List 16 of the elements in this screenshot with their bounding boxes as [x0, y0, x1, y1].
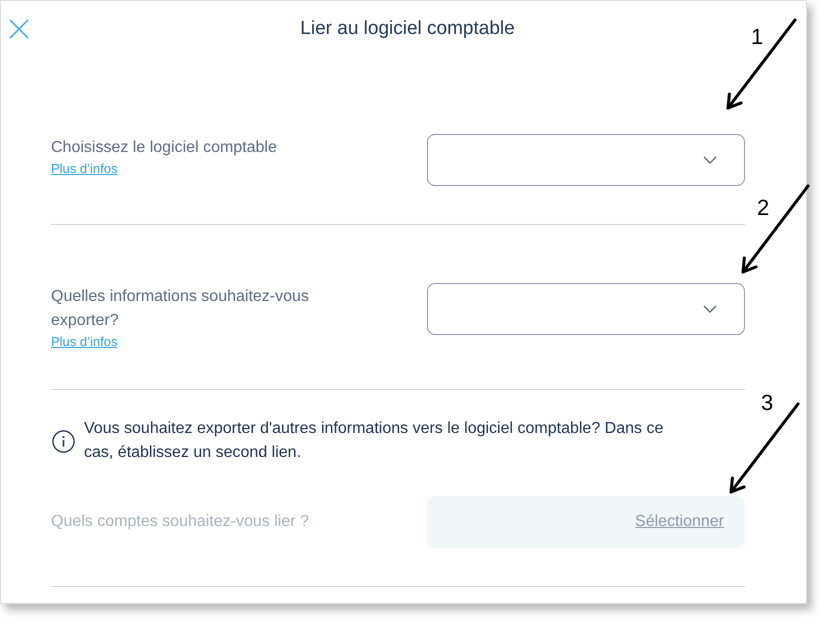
field-label: Choisissez le logiciel comptable	[51, 138, 277, 158]
field-label: Quels comptes souhaitez-vous lier ?	[51, 512, 309, 532]
field-label: Quelles informations souhaitez-vous exporter?	[51, 287, 310, 331]
info-icon	[52, 430, 75, 452]
close-icon[interactable]	[9, 19, 29, 39]
annotation-number: 2	[757, 195, 770, 221]
annotation-number: 3	[761, 390, 774, 416]
notice-text: Vous souhaitez exporter d'autres informations vers le logiciel comptable? Dans ce cas, établissez un second lien.	[84, 419, 664, 463]
dropdown-field[interactable]	[427, 134, 745, 186]
chevron-down-icon	[703, 305, 717, 313]
annotation-number: 1	[751, 24, 764, 50]
dropdown-field[interactable]	[427, 283, 745, 335]
dialog-title: Lier au logiciel comptable	[300, 18, 515, 40]
more-info-link[interactable]: Plus d’infos	[51, 160, 118, 178]
chevron-down-icon	[703, 156, 717, 164]
more-info-link[interactable]: Plus d’infos	[51, 333, 118, 351]
